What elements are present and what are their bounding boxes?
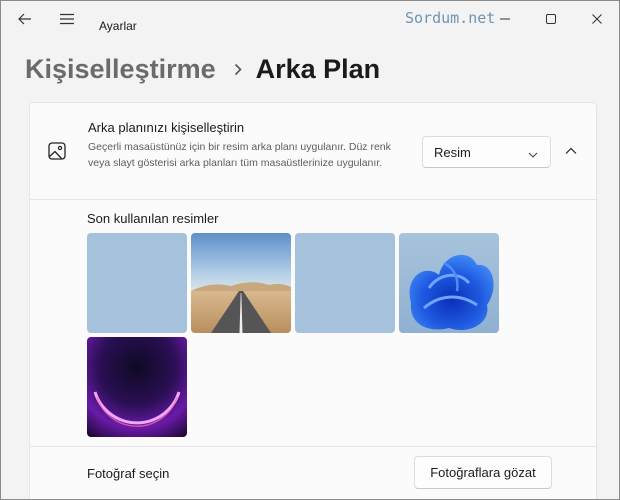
background-type-dropdown[interactable]: Resim [422,136,551,168]
personalize-background-row[interactable]: Arka planınızı kişiselleştirin Geçerli m… [30,103,596,200]
breadcrumb-parent[interactable]: Kişiselleştirme [25,54,216,85]
chevron-right-icon [234,63,242,76]
browse-photos-button[interactable]: Fotoğraflara gözat [414,456,552,489]
chevron-down-icon [528,146,538,164]
recent-images-label: Son kullanılan resimler [87,211,219,226]
breadcrumb: Kişiselleştirme Arka Plan [25,49,380,89]
recent-image-thumbnail[interactable] [87,337,187,437]
page-title: Arka Plan [255,53,381,84]
recent-image-thumbnail[interactable] [87,233,187,333]
recent-image-thumbnail[interactable] [399,233,499,333]
hamburger-menu-icon[interactable] [57,9,77,29]
maximize-icon[interactable] [537,7,565,31]
settings-window: Ayarlar Sordum.net Kişiselleştirme Arka … [0,0,620,500]
background-settings-card: Arka planınızı kişiselleştirin Geçerli m… [29,102,597,499]
choose-photo-label: Fotoğraf seçin [87,466,170,481]
app-title: Ayarlar [99,19,137,33]
minimize-icon[interactable] [491,7,519,31]
back-arrow-icon[interactable] [15,9,35,29]
image-icon [47,141,67,161]
close-icon[interactable] [583,7,611,31]
watermark-text: Sordum.net [405,9,496,27]
personalize-background-title: Arka planınızı kişiselleştirin [88,120,245,135]
recent-image-thumbnail[interactable] [191,233,291,333]
chevron-up-icon[interactable] [561,141,581,161]
row-divider [30,446,596,447]
title-bar: Ayarlar Sordum.net [1,1,619,37]
dropdown-selected-value: Resim [434,145,471,160]
recent-image-thumbnail[interactable] [295,233,395,333]
personalize-background-description: Geçerli masaüstünüz için bir resim arka … [88,141,391,169]
